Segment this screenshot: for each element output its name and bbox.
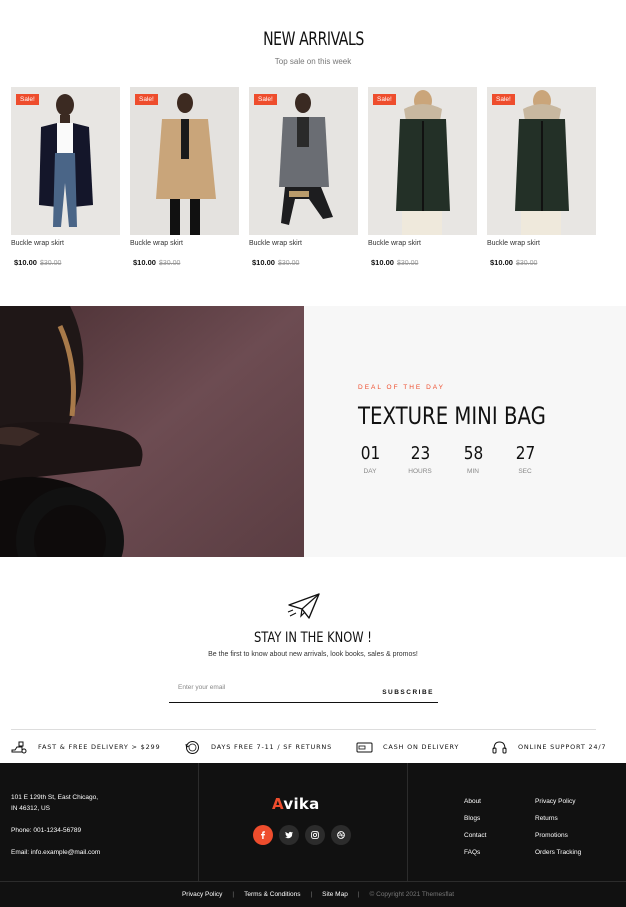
footer-link-privacy-policy[interactable]: Privacy Policy [535, 793, 581, 810]
countdown-timer: 01 DAY 23 HOURS 58 MIN 27 SEC [358, 443, 548, 483]
product-image[interactable]: Sale! [487, 87, 596, 235]
social-links [253, 825, 351, 845]
footer-link-about[interactable]: About [464, 793, 486, 810]
return-icon [185, 740, 199, 754]
footer-link-promotions[interactable]: Promotions [535, 827, 581, 844]
product-card[interactable]: Sale! Buckle wrap skirt $10.00 $30.00 [130, 87, 239, 267]
deal-banner-image [0, 306, 304, 557]
twitter-icon[interactable] [279, 825, 299, 845]
deal-title[interactable]: TEXTURE MINI BAG [358, 402, 587, 430]
product-price: $10.00 [252, 258, 275, 267]
footer-divider [407, 763, 408, 881]
product-card[interactable]: Sale! Buckle wrap skirt $10.00 $30.00 [368, 87, 477, 267]
product-name[interactable]: Buckle wrap skirt [130, 240, 239, 247]
product-price: $10.00 [371, 258, 394, 267]
newsletter-title: STAY IN THE KNOW ! [254, 630, 372, 646]
footer-link-contact[interactable]: Contact [464, 827, 486, 844]
footer-contact: 101 E 129th St, East Chicago, IN 46312, … [11, 792, 191, 858]
product-image[interactable]: Sale! [130, 87, 239, 235]
section-subtitle: Top sale on this week [274, 57, 352, 66]
product-card[interactable]: Sale! Buckle wrap skirt $10.00 $30.00 [11, 87, 120, 267]
footer-link-orders-tracking[interactable]: Orders Tracking [535, 844, 581, 861]
countdown-hours: 23 HOURS [408, 443, 432, 475]
dribbble-icon[interactable] [331, 825, 351, 845]
facebook-icon[interactable] [253, 825, 273, 845]
countdown-seconds: 27 SEC [515, 443, 535, 475]
address-line1: 101 E 129th St, East Chicago, [11, 794, 99, 801]
footer-links-col1: About Blogs Contact FAQs [464, 793, 486, 861]
newsletter-section: STAY IN THE KNOW ! Be the first to know … [0, 590, 626, 710]
product-image[interactable]: Sale! [249, 87, 358, 235]
footer-divider [198, 763, 199, 881]
copyright: © Copyright 2021 Themesflat [369, 891, 455, 898]
phone: Phone: 001-1234-56789 [11, 827, 82, 834]
deal-kicker: DEAL OF THE DAY [358, 384, 445, 391]
product-image[interactable]: Sale! [368, 87, 477, 235]
sale-badge: Sale! [16, 94, 39, 105]
sale-badge: Sale! [492, 94, 515, 105]
product-card[interactable]: Sale! Buckle wrap skirt $10.00 $30.00 [487, 87, 596, 267]
countdown-minutes: 58 MIN [463, 443, 483, 475]
email: Email: info.example@mail.com [11, 849, 101, 856]
product-price: $10.00 [14, 258, 37, 267]
address-line2: IN 46312, US [11, 805, 51, 812]
product-price: $10.00 [490, 258, 513, 267]
product-name[interactable]: Buckle wrap skirt [487, 240, 596, 247]
product-old-price: $30.00 [396, 260, 419, 267]
feature-delivery: FAST & FREE DELIVERY > $299 [11, 739, 160, 755]
product-old-price: $30.00 [39, 260, 62, 267]
product-name[interactable]: Buckle wrap skirt [249, 240, 358, 247]
feature-returns: DAYS FREE 7-11 / SF RETURNS [184, 739, 332, 755]
product-old-price: $30.00 [158, 260, 181, 267]
product-old-price: $30.00 [515, 260, 538, 267]
instagram-icon[interactable] [305, 825, 325, 845]
subscribe-button[interactable]: SUBSCRIBE [382, 689, 434, 696]
product-name[interactable]: Buckle wrap skirt [368, 240, 477, 247]
section-title-new-arrivals: NEW ARRIVALS [262, 28, 364, 50]
email-input[interactable] [178, 684, 368, 691]
feature-cash: CASH ON DELIVERY [356, 739, 459, 755]
deal-panel: DEAL OF THE DAY TEXTURE MINI BAG 01 DAY … [304, 306, 626, 557]
feature-support: ONLINE SUPPORT 24/7 [491, 739, 606, 755]
countdown-days: 01 DAY [360, 443, 380, 475]
delivery-truck-icon [11, 741, 27, 753]
sale-badge: Sale! [135, 94, 158, 105]
bottom-link-privacy-policy[interactable]: Privacy Policy [172, 891, 232, 898]
footer-link-faqs[interactable]: FAQs [464, 844, 486, 861]
brand-logo[interactable]: Avika [272, 795, 320, 813]
features-bar: FAST & FREE DELIVERY > $299 DAYS FREE 7-… [11, 729, 605, 763]
bottom-link-terms[interactable]: Terms & Conditions [234, 891, 310, 898]
footer-bottom-bar: Privacy Policy | Terms & Conditions | Si… [0, 882, 626, 907]
deal-of-the-day-section: DEAL OF THE DAY TEXTURE MINI BAG 01 DAY … [0, 306, 626, 557]
newsletter-form: SUBSCRIBE [169, 682, 438, 703]
newsletter-subtitle: Be the first to know about new arrivals,… [208, 651, 418, 658]
product-old-price: $30.00 [277, 260, 300, 267]
sale-badge: Sale! [373, 94, 396, 105]
cash-icon [356, 742, 373, 752]
support-headset-icon [492, 740, 507, 753]
sale-badge: Sale! [254, 94, 277, 105]
bottom-link-site-map[interactable]: Site Map [312, 891, 358, 898]
product-price: $10.00 [133, 258, 156, 267]
site-footer: 101 E 129th St, East Chicago, IN 46312, … [0, 763, 626, 907]
product-image[interactable]: Sale! [11, 87, 120, 235]
product-card[interactable]: Sale! Buckle wrap skirt $10.00 $30.00 [249, 87, 358, 267]
footer-links-col2: Privacy Policy Returns Promotions Orders… [535, 793, 581, 861]
product-name[interactable]: Buckle wrap skirt [11, 240, 120, 247]
paper-plane-icon [287, 593, 320, 619]
footer-link-returns[interactable]: Returns [535, 810, 581, 827]
product-grid: Sale! Buckle wrap skirt $10.00 $30.00 Sal… [11, 87, 611, 277]
footer-link-blogs[interactable]: Blogs [464, 810, 486, 827]
